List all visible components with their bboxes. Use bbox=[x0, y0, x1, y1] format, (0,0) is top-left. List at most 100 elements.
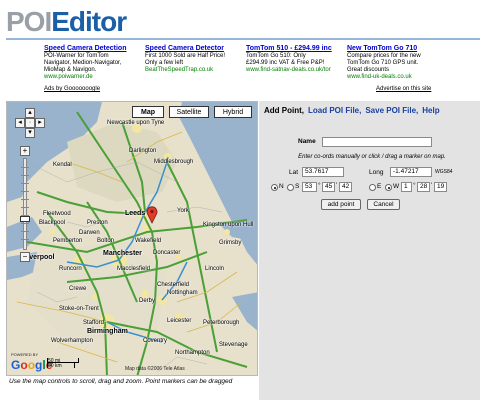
map-type-satellite-button[interactable]: Satellite bbox=[169, 106, 209, 118]
place-kendal: Kendal bbox=[53, 162, 72, 168]
place-manchester: Manchester bbox=[103, 250, 142, 257]
place-stafford: Stafford bbox=[83, 320, 104, 326]
pan-up-icon[interactable]: ▴ bbox=[25, 108, 35, 118]
place-darlington: Darlington bbox=[129, 148, 157, 154]
cancel-button[interactable]: Cancel bbox=[367, 199, 400, 210]
place-peterborough: Peterborough bbox=[203, 320, 240, 326]
panel-background bbox=[259, 219, 480, 400]
place-blackpool: Blackpool bbox=[39, 220, 66, 226]
lon-dir-w-radio[interactable] bbox=[385, 184, 392, 191]
pan-left-icon[interactable]: ◂ bbox=[15, 118, 25, 128]
ad-line: Great discounts bbox=[347, 67, 390, 73]
place-newcastle: Newcastle upon Tyne bbox=[107, 120, 165, 126]
place-preston: Preston bbox=[87, 220, 108, 226]
advertise-link[interactable]: Advertise on this site bbox=[376, 86, 431, 92]
lat-seconds-input[interactable]: 42 bbox=[339, 182, 352, 192]
place-macclesfield: Macclesfield bbox=[117, 266, 151, 272]
ad-line: Navigator, Medion-Navigator, bbox=[44, 60, 122, 66]
nav-load-poi-file[interactable]: Load POI File, bbox=[308, 106, 361, 115]
lon-dir-e-label: E bbox=[377, 183, 382, 190]
degree-sep: ° bbox=[318, 182, 321, 189]
place-fleetwood: Fleetwood bbox=[43, 211, 71, 217]
map-type-hybrid-button[interactable]: Hybrid bbox=[214, 106, 252, 118]
minute-sep: ' bbox=[431, 182, 433, 189]
map-canvas[interactable]: Newcastle upon Tyne Darlington Middlesbr… bbox=[6, 101, 258, 376]
logo-poi: POI bbox=[6, 6, 52, 37]
powered-by-label: POWERED BY bbox=[11, 352, 39, 357]
app-logo: POIEditor bbox=[6, 6, 127, 38]
ad-url[interactable]: BeatTheSpeedTrap.co.uk bbox=[145, 67, 243, 74]
zoom-slider[interactable] bbox=[20, 158, 30, 250]
lat-dir-s-radio[interactable] bbox=[287, 184, 294, 191]
lat-dir-n-radio[interactable] bbox=[271, 184, 278, 191]
zoom-control: + − bbox=[20, 146, 32, 262]
place-wolverhampton: Wolverhampton bbox=[51, 338, 93, 344]
place-bolton: Bolton bbox=[97, 238, 115, 244]
pan-center-icon[interactable]: · bbox=[25, 118, 35, 128]
place-darwen: Darwen bbox=[79, 230, 100, 236]
place-middlesbrough: Middlesbrough bbox=[154, 159, 194, 165]
ads-by-google-link[interactable]: Ads by Gooooooogle bbox=[44, 86, 100, 92]
ad-4[interactable]: New TomTom Go 710 Compare prices for the… bbox=[347, 45, 467, 81]
place-runcorn: Runcorn bbox=[59, 266, 82, 272]
coords-hint: Enter co-ords manually or click / drag a… bbox=[298, 154, 446, 160]
ad-3[interactable]: TomTom 510 - £294.99 inc TomTom Go 510: … bbox=[246, 45, 344, 74]
ad-line: Compare prices for the new bbox=[347, 53, 421, 59]
lon-dir-w-label: W bbox=[393, 183, 400, 190]
ad-url[interactable]: www.poiwarner.de bbox=[44, 74, 142, 81]
poi-marker-icon[interactable] bbox=[146, 206, 158, 224]
logo-editor: Editor bbox=[51, 6, 127, 37]
zoom-in-icon[interactable]: + bbox=[20, 146, 30, 156]
place-lincoln: Lincoln bbox=[205, 266, 225, 272]
lon-dir-e-radio[interactable] bbox=[369, 184, 376, 191]
map-scale: 50 mi 50 km bbox=[47, 358, 79, 369]
place-crewe: Crewe bbox=[69, 286, 87, 292]
nav-save-poi-file[interactable]: Save POI File, bbox=[365, 106, 418, 115]
lon-degrees-input[interactable]: 1 bbox=[401, 182, 412, 192]
ad-title[interactable]: New TomTom Go 710 bbox=[347, 45, 467, 52]
ad-title[interactable]: TomTom 510 - £294.99 inc bbox=[246, 45, 344, 52]
place-doncaster: Doncaster bbox=[153, 250, 181, 256]
ad-line: TomTom Go 710 GPS unit. bbox=[347, 60, 419, 66]
place-coventry: Coventry bbox=[143, 338, 168, 344]
pan-right-icon[interactable]: ▸ bbox=[35, 118, 45, 128]
name-input[interactable] bbox=[322, 137, 432, 147]
lat-degrees-input[interactable]: 53 bbox=[302, 182, 317, 192]
long-input[interactable]: -1.47217 bbox=[390, 167, 432, 177]
ad-title[interactable]: Speed Camera Detector bbox=[145, 45, 243, 52]
editor-nav: Add Point, Load POI File, Save POI File, He… bbox=[264, 106, 440, 115]
pan-down-icon[interactable]: ▾ bbox=[25, 128, 35, 138]
map-caption: Use the map controls to scroll, drag and… bbox=[9, 378, 233, 385]
place-stevenage: Stevenage bbox=[219, 342, 248, 348]
long-label: Long bbox=[369, 169, 384, 176]
place-stoke: Stoke-on-Trent bbox=[59, 306, 99, 312]
zoom-slider-thumb[interactable] bbox=[20, 216, 30, 222]
point-editor-panel: Add Point, Load POI File, Save POI File, He… bbox=[259, 101, 480, 219]
ad-line: First 1000 Sold are Half Price! bbox=[145, 53, 226, 59]
lat-dir-n-label: N bbox=[279, 183, 284, 190]
lon-minutes-input[interactable]: 28 bbox=[417, 182, 430, 192]
place-leicester: Leicester bbox=[167, 318, 192, 324]
add-point-button[interactable]: add point bbox=[321, 199, 361, 210]
lat-minutes-input[interactable]: 45 bbox=[322, 182, 335, 192]
ad-title[interactable]: Speed Camera Detection bbox=[44, 45, 142, 52]
minute-sep: ' bbox=[336, 182, 338, 189]
ad-url[interactable]: www.find-uk-deals.co.uk bbox=[347, 74, 467, 81]
map-type-map-button[interactable]: Map bbox=[132, 106, 164, 118]
nav-help[interactable]: Help bbox=[422, 106, 439, 115]
place-pemberton: Pemberton bbox=[53, 238, 83, 244]
map-copyright: Map data ©2006 Tele Atlas bbox=[125, 366, 185, 372]
ad-2[interactable]: Speed Camera Detector First 1000 Sold ar… bbox=[145, 45, 243, 74]
header-rule bbox=[6, 38, 480, 40]
place-leeds: Leeds bbox=[125, 210, 146, 217]
lat-input[interactable]: 53.7617 bbox=[302, 167, 344, 177]
zoom-out-icon[interactable]: − bbox=[20, 252, 30, 262]
place-wakefield: Wakefield bbox=[135, 238, 162, 244]
ad-line: £294.99 inc VAT & Free P&P! bbox=[246, 60, 325, 66]
place-york: York bbox=[177, 208, 189, 214]
ad-url[interactable]: www.find-satnav-deals.co.uk/tor bbox=[246, 67, 344, 74]
lon-seconds-input[interactable]: 19 bbox=[434, 182, 447, 192]
ad-line: Only a few left bbox=[145, 60, 184, 66]
ad-1[interactable]: Speed Camera Detection POI-Warner for To… bbox=[44, 45, 142, 81]
ad-line: POI-Warner for TomTom bbox=[44, 53, 109, 59]
